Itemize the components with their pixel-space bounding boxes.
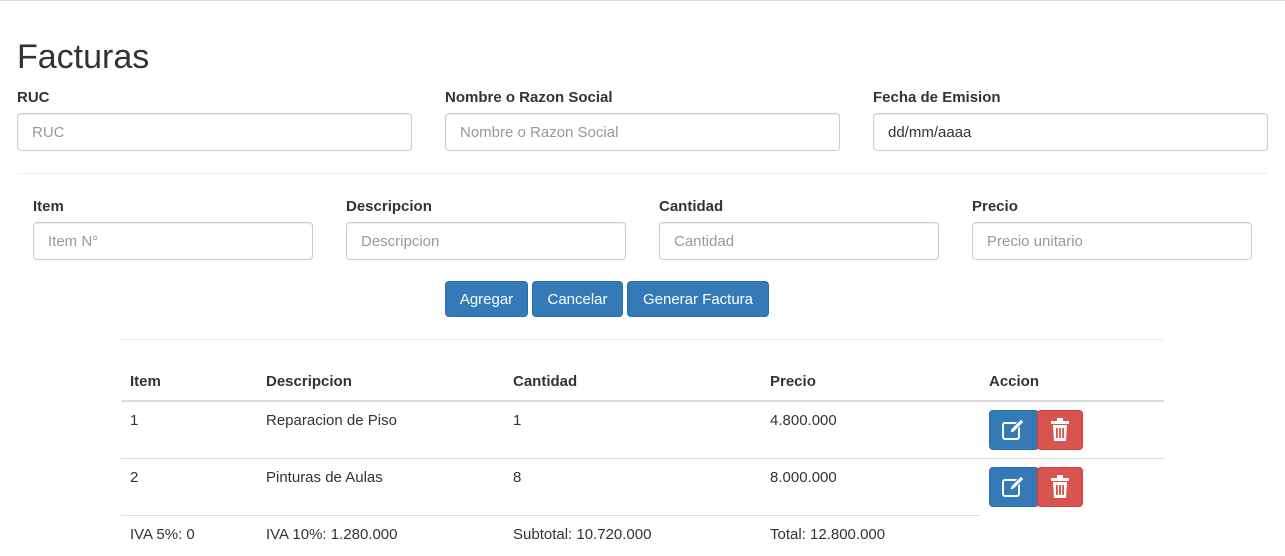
item-label: Item: [33, 198, 64, 215]
table-divider: [121, 339, 1164, 340]
iva5-total: IVA 5%: 0: [130, 526, 195, 543]
page-title: Facturas: [17, 38, 150, 76]
top-divider: [0, 0, 1285, 1]
row-precio: 8.000.000: [770, 469, 837, 486]
precio-label: Precio: [972, 198, 1018, 215]
row-actions: [989, 459, 1155, 507]
item-input[interactable]: [33, 222, 313, 260]
table-row: 2 Pinturas de Aulas 8 8.000.000: [121, 458, 1164, 516]
agregar-button[interactable]: Agregar: [445, 281, 528, 317]
iva10-total: IVA 10%: 1.280.000: [266, 526, 398, 543]
row-item: 1: [130, 412, 139, 429]
table-header-row: Item Descripcion Cantidad Precio Accion: [121, 362, 1164, 402]
row-precio: 4.800.000: [770, 412, 837, 429]
edit-icon: [1002, 418, 1025, 440]
ruc-input[interactable]: [17, 113, 412, 151]
fecha-input[interactable]: [873, 113, 1268, 151]
delete-button[interactable]: [1037, 467, 1083, 507]
table-row: 1 Reparacion de Piso 1 4.800.000: [121, 401, 1164, 459]
trash-icon: [1051, 418, 1069, 441]
edit-button[interactable]: [989, 410, 1039, 450]
edit-button[interactable]: [989, 467, 1039, 507]
trash-icon: [1051, 475, 1069, 498]
header-descripcion: Descripcion: [257, 362, 504, 402]
precio-input[interactable]: [972, 222, 1252, 260]
edit-icon: [1002, 475, 1025, 497]
header-precio: Precio: [761, 362, 980, 402]
descripcion-input[interactable]: [346, 222, 626, 260]
nombre-label: Nombre o Razon Social: [445, 89, 613, 106]
nombre-input[interactable]: [445, 113, 840, 151]
header-accion: Accion: [980, 362, 1164, 402]
row-item: 2: [130, 469, 139, 486]
cantidad-label: Cantidad: [659, 198, 724, 215]
row-actions: [989, 402, 1155, 450]
form-divider: [17, 173, 1268, 174]
delete-button[interactable]: [1037, 410, 1083, 450]
fecha-label: Fecha de Emision: [873, 89, 1001, 106]
generar-factura-button[interactable]: Generar Factura: [627, 281, 769, 317]
row-descripcion: Pinturas de Aulas: [266, 469, 383, 486]
cantidad-input[interactable]: [659, 222, 939, 260]
cancelar-button[interactable]: Cancelar: [532, 281, 623, 317]
grand-total: Total: 12.800.000: [770, 526, 886, 543]
totals-row: IVA 5%: 0 IVA 10%: 1.280.000 Subtotal: 1…: [121, 515, 1164, 556]
ruc-label: RUC: [17, 89, 50, 106]
header-item: Item: [121, 362, 257, 402]
subtotal: Subtotal: 10.720.000: [513, 526, 652, 543]
row-cantidad: 8: [513, 469, 522, 486]
header-cantidad: Cantidad: [504, 362, 761, 402]
row-cantidad: 1: [513, 412, 522, 429]
row-descripcion: Reparacion de Piso: [266, 412, 397, 429]
items-table: Item Descripcion Cantidad Precio Accion …: [121, 362, 1164, 556]
descripcion-label: Descripcion: [346, 198, 432, 215]
